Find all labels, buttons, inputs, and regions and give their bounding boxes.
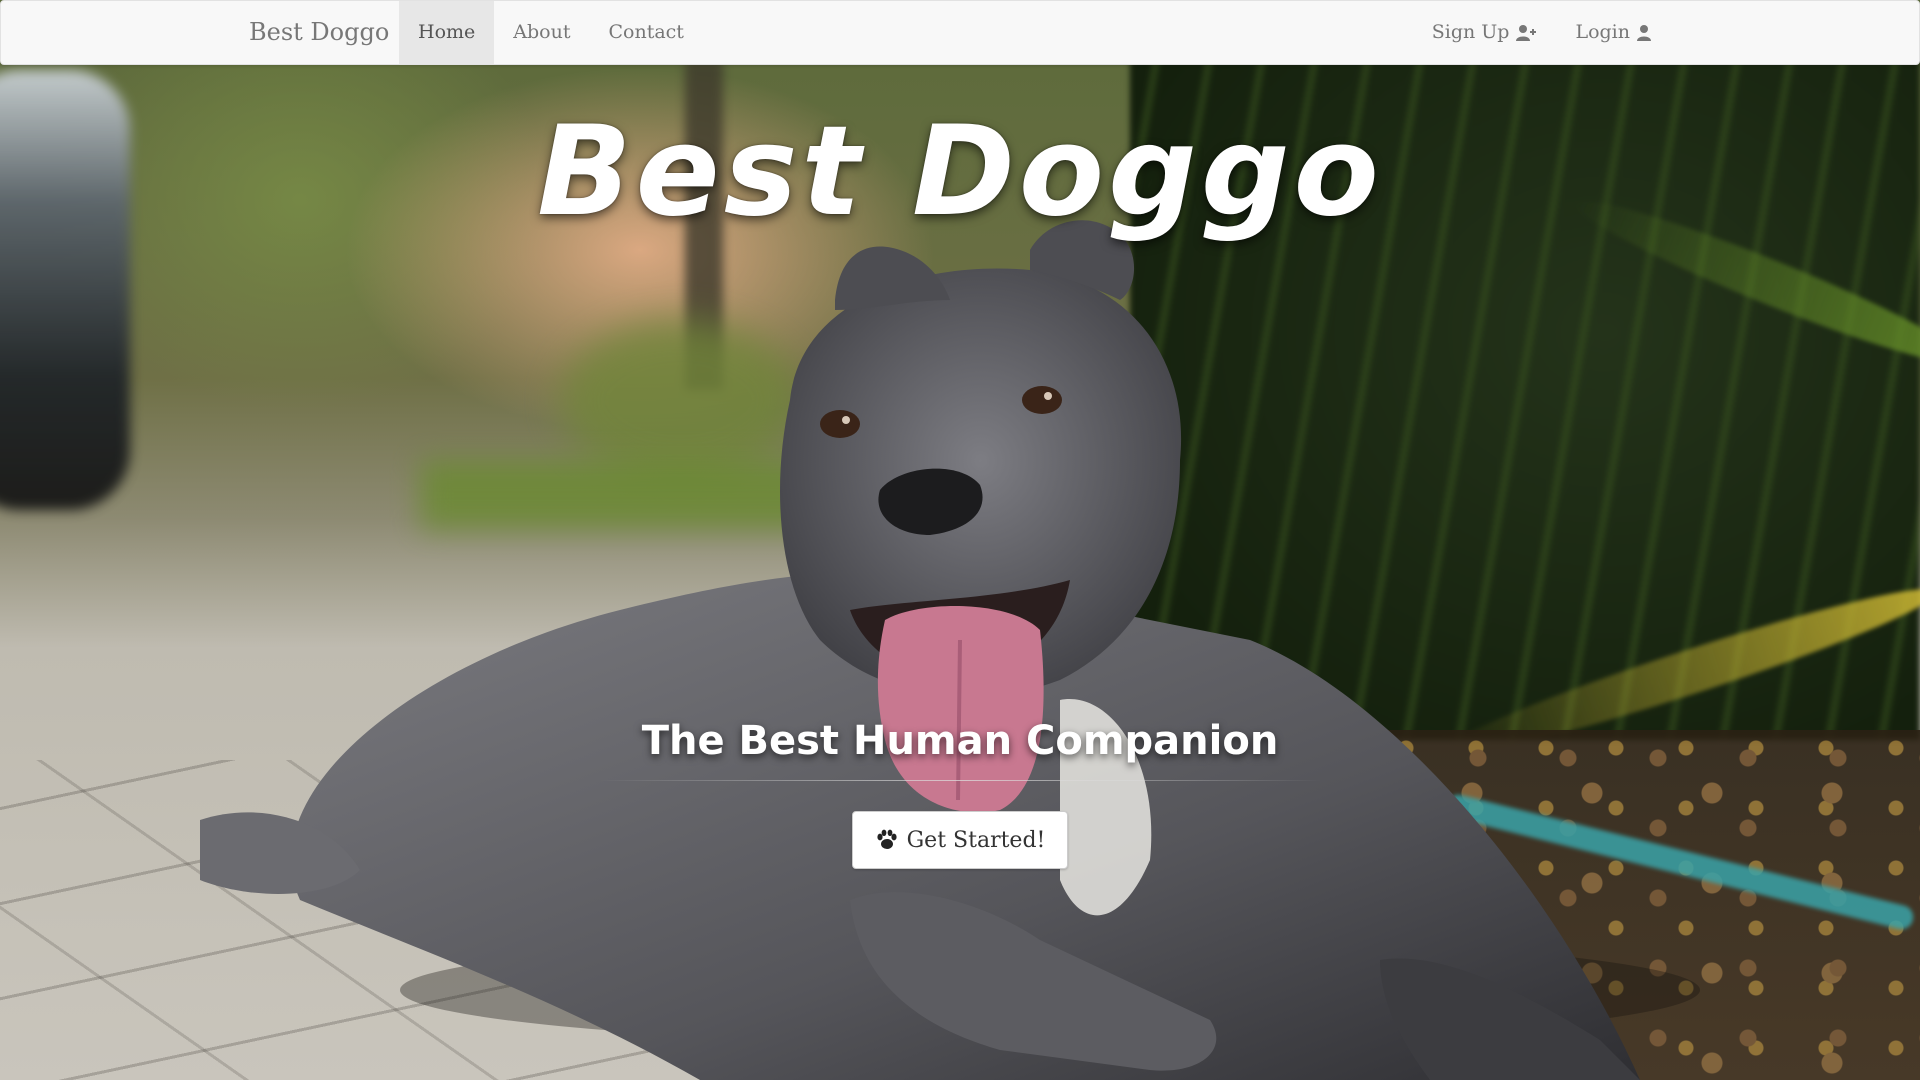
nav-item-label: About <box>513 21 571 43</box>
nav-item-label: Sign Up <box>1431 21 1510 43</box>
user-icon <box>1637 24 1651 41</box>
hero-title: Best Doggo <box>537 100 1383 244</box>
top-navbar: Best Doggo Home About Contact Sign Up Lo… <box>0 0 1920 65</box>
nav-item-label: Contact <box>608 21 684 43</box>
nav-item-login[interactable]: Login <box>1556 1 1671 64</box>
nav-item-label: Home <box>418 21 476 43</box>
hero-subtitle: The Best Human Companion <box>641 718 1279 764</box>
brand-link[interactable]: Best Doggo <box>249 1 389 64</box>
nav-item-label: Login <box>1575 21 1630 43</box>
nav-right-menu: Sign Up Login <box>1413 1 1671 64</box>
nav-left-menu: Home About Contact <box>399 1 703 64</box>
nav-item-contact[interactable]: Contact <box>589 1 702 64</box>
get-started-button[interactable]: Get Started! <box>852 811 1068 869</box>
nav-item-about[interactable]: About <box>494 1 589 64</box>
paw-icon <box>877 829 897 849</box>
user-plus-icon <box>1516 24 1537 41</box>
nav-item-sign-up[interactable]: Sign Up <box>1413 1 1557 64</box>
hero-divider <box>598 780 1322 781</box>
nav-item-home[interactable]: Home <box>399 1 495 64</box>
get-started-label: Get Started! <box>906 827 1046 853</box>
